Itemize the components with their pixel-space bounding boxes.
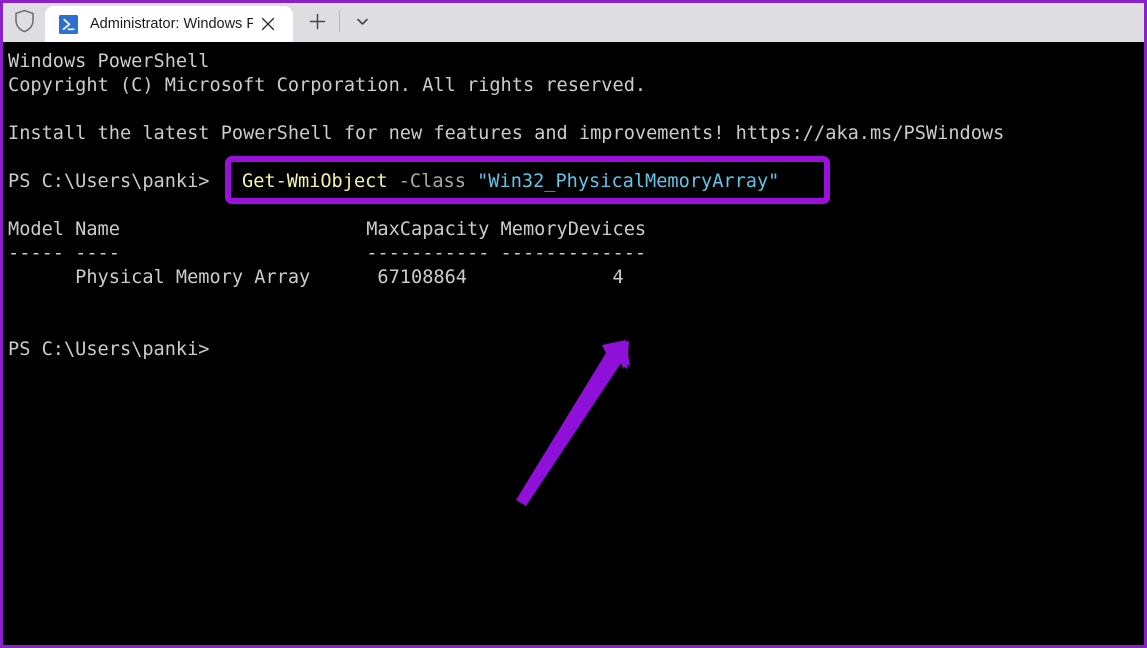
command-space-2: [466, 171, 477, 192]
new-tab-button[interactable]: [299, 3, 335, 39]
command-line-row: PS C:\Users\panki> Get-WmiObject -Class …: [8, 156, 1144, 204]
tab-bar-tools: [299, 0, 380, 42]
command-argument: "Win32_PhysicalMemoryArray": [477, 171, 780, 192]
tab-title: Administrator: Windows Powe: [90, 16, 253, 32]
close-icon[interactable]: [253, 9, 283, 39]
shield-icon: [3, 0, 45, 42]
terminal-body[interactable]: Windows PowerShell Copyright (C) Microso…: [0, 42, 1147, 648]
command-parameter: -Class: [398, 171, 466, 192]
powershell-window: Administrator: Windows Powe: [0, 0, 1147, 648]
toolbar-divider: [339, 10, 340, 32]
terminal-content: Windows PowerShell Copyright (C) Microso…: [8, 50, 1144, 645]
terminal-line: Install the latest PowerShell for new fe…: [8, 123, 1005, 144]
output-separator-row: ----- ---- ----------- -------------: [8, 243, 647, 264]
terminal-line: Windows PowerShell: [8, 51, 210, 72]
command-space-1: [388, 171, 399, 192]
command-cmdlet: Get-WmiObject: [242, 171, 388, 192]
chevron-down-icon[interactable]: [344, 3, 380, 39]
tab-administrator-windows-powershell[interactable]: Administrator: Windows Powe: [45, 6, 293, 42]
command-text: Get-WmiObject -Class "Win32_PhysicalMemo…: [242, 170, 779, 194]
titlebar-drag-area: [380, 0, 1144, 42]
output-header-row: Model Name MaxCapacity MemoryDevices: [8, 219, 647, 240]
output-data-row: Physical Memory Array 67108864 4: [8, 267, 624, 288]
title-bar: Administrator: Windows Powe: [0, 0, 1147, 42]
powershell-icon: [59, 14, 78, 34]
prompt-text-final: PS C:\Users\panki>: [8, 339, 210, 360]
terminal-line: Copyright (C) Microsoft Corporation. All…: [8, 75, 647, 96]
